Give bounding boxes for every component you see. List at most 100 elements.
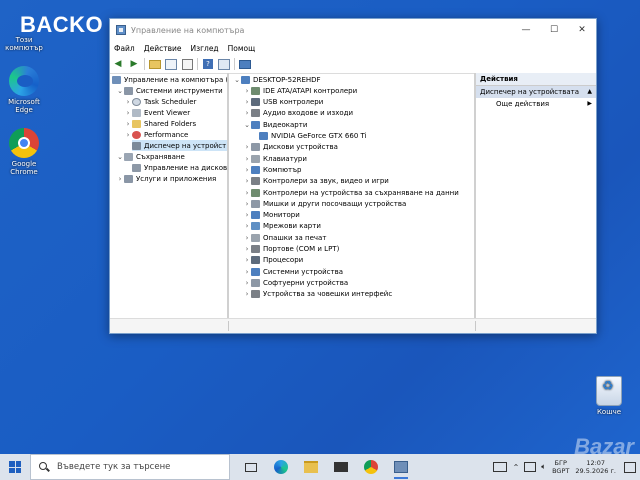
chevron-right-icon[interactable]: › [243, 290, 251, 298]
desktop-icon-chrome[interactable]: Google Chrome [2, 128, 46, 176]
chevron-right-icon[interactable]: › [243, 143, 251, 151]
chevron-right-icon[interactable]: › [243, 87, 251, 95]
actions-section-device-manager[interactable]: Диспечер на устройствата ▲ [476, 86, 596, 98]
tree-item-event-viewer[interactable]: › Event Viewer [124, 107, 190, 118]
tree-item-services-apps[interactable]: › Услуги и приложения [116, 173, 216, 184]
device-category[interactable]: › USB контролери [243, 97, 323, 108]
close-button[interactable]: ✕ [568, 19, 596, 41]
device-category[interactable]: › Аудио входове и изходи [243, 108, 353, 119]
minimize-button[interactable]: — [512, 19, 540, 41]
device-category[interactable]: › Устройства за човешки интерфейс [243, 289, 392, 300]
chevron-down-icon[interactable]: ⌄ [116, 153, 124, 161]
device-category[interactable]: › IDE ATA/ATAPI контролери [243, 85, 357, 96]
taskbar-mail[interactable] [326, 454, 356, 480]
taskbar: Въведете тук за търсене ⌃ 🔈︎ БГР BGPT 12:… [0, 454, 640, 480]
desktop-icon-edge[interactable]: Microsoft Edge [2, 66, 46, 114]
taskbar-search[interactable]: Въведете тук за търсене [30, 454, 230, 480]
chevron-down-icon[interactable]: ⌄ [233, 76, 241, 84]
device-category[interactable]: › Мишки и други посочващи устройства [243, 198, 406, 209]
more-actions[interactable]: Още действия ▶ [476, 98, 596, 110]
taskbar-file-explorer[interactable] [296, 454, 326, 480]
tree-root[interactable]: Управление на компютъра (л [112, 74, 227, 85]
help-icon[interactable]: ? [202, 58, 214, 70]
chevron-right-icon[interactable]: › [243, 268, 251, 276]
clock[interactable]: 12:07 29.5.2026 г. [575, 459, 616, 475]
menu-view[interactable]: Изглед [190, 44, 218, 53]
device-category[interactable]: › Монитори [243, 210, 300, 221]
taskbar-chrome[interactable] [356, 454, 386, 480]
taskbar-computer-management[interactable] [386, 454, 416, 480]
chevron-right-icon[interactable]: › [124, 120, 132, 128]
tree-item-device-manager[interactable]: Диспечер на устройст [132, 140, 227, 151]
chevron-right-icon[interactable]: › [116, 175, 124, 183]
show-hide-action-pane-icon[interactable] [218, 58, 230, 70]
chevron-right-icon[interactable]: › [243, 109, 251, 117]
notifications-icon[interactable] [624, 461, 636, 473]
device-root[interactable]: ⌄ DESKTOP-52REHDF [233, 74, 321, 85]
menu-help[interactable]: Помощ [228, 44, 256, 53]
device-category[interactable]: › Контролери на устройства за съхраняване… [243, 187, 459, 198]
desktop-icon-recycle-bin[interactable]: Кошче [587, 376, 631, 416]
chevron-right-icon[interactable]: › [243, 256, 251, 264]
chevron-right-icon[interactable]: › [243, 166, 251, 174]
device-category[interactable]: › Клавиатури [243, 153, 307, 164]
start-button[interactable] [0, 454, 30, 480]
scan-hardware-icon[interactable] [239, 58, 251, 70]
device-category[interactable]: ⌄ Видеокарти [243, 119, 307, 130]
properties-icon[interactable] [181, 58, 193, 70]
event-viewer-icon [132, 108, 141, 117]
device-category[interactable]: › Опашки за печат [243, 232, 326, 243]
device-category[interactable]: › Процесори [243, 255, 303, 266]
input-language[interactable]: БГР BGPT [552, 459, 569, 475]
tree-item-disk-management[interactable]: Управление на дисков [132, 162, 227, 173]
keyboard-icon[interactable] [492, 462, 507, 472]
network-adapter-icon [251, 222, 260, 231]
tree-item-storage[interactable]: ⌄ Съхраняване [116, 151, 185, 162]
search-placeholder: Въведете тук за търсене [57, 462, 171, 472]
taskbar-edge[interactable] [266, 454, 296, 480]
device-category[interactable]: › Софтуерни устройства [243, 277, 348, 288]
actions-header: Действия [476, 73, 596, 86]
chevron-right-icon[interactable]: › [243, 222, 251, 230]
desktop-icon-this-pc[interactable]: Този компютър [2, 28, 46, 52]
device-category[interactable]: › Компютър [243, 164, 301, 175]
back-icon[interactable]: ◀ [112, 58, 124, 70]
chevron-right-icon[interactable]: › [124, 98, 132, 106]
device-item[interactable]: NVIDIA GeForce GTX 660 Ti [259, 131, 367, 142]
collapse-icon[interactable]: ▲ [587, 86, 592, 98]
chevron-right-icon[interactable]: › [243, 155, 251, 163]
chevron-right-icon[interactable]: › [243, 177, 251, 185]
chevron-right-icon[interactable]: › [243, 211, 251, 219]
chevron-right-icon[interactable]: › [124, 109, 132, 117]
device-category[interactable]: › Контролери за звук, видео и игри [243, 176, 389, 187]
chevron-right-icon[interactable]: › [243, 189, 251, 197]
tree-item-performance[interactable]: › Performance [124, 129, 188, 140]
menu-action[interactable]: Действие [144, 44, 182, 53]
device-category[interactable]: › Мрежови карти [243, 221, 321, 232]
maximize-button[interactable]: ☐ [540, 19, 568, 41]
device-category[interactable]: › Портове (COM и LPT) [243, 244, 339, 255]
device-category[interactable]: › Системни устройства [243, 266, 343, 277]
volume-icon[interactable]: 🔈︎ [541, 462, 546, 472]
device-category[interactable]: › Дискови устройства [243, 142, 338, 153]
computer-management-icon [112, 75, 121, 84]
menu-file[interactable]: Файл [114, 44, 135, 53]
chevron-right-icon[interactable]: › [243, 245, 251, 253]
chevron-right-icon[interactable]: › [243, 98, 251, 106]
tree-item-task-scheduler[interactable]: › Task Scheduler [124, 96, 196, 107]
chevron-right-icon[interactable]: › [243, 200, 251, 208]
chevron-right-icon[interactable]: › [243, 234, 251, 242]
chevron-down-icon[interactable]: ⌄ [116, 87, 124, 95]
chevron-right-icon[interactable]: › [243, 279, 251, 287]
chevron-right-icon[interactable]: › [124, 131, 132, 139]
up-folder-icon[interactable] [149, 58, 161, 70]
chevron-up-icon[interactable]: ⌃ [513, 463, 520, 472]
chevron-down-icon[interactable]: ⌄ [243, 121, 251, 129]
tree-item-system-tools[interactable]: ⌄ Системни инструменти [116, 85, 223, 96]
show-hide-tree-icon[interactable] [165, 58, 177, 70]
tree-item-shared-folders[interactable]: › Shared Folders [124, 118, 196, 129]
forward-icon[interactable]: ▶ [128, 58, 140, 70]
network-icon[interactable] [524, 462, 537, 472]
task-view-button[interactable] [236, 454, 266, 480]
title-bar[interactable]: Управление на компютъра — ☐ ✕ [110, 19, 596, 41]
